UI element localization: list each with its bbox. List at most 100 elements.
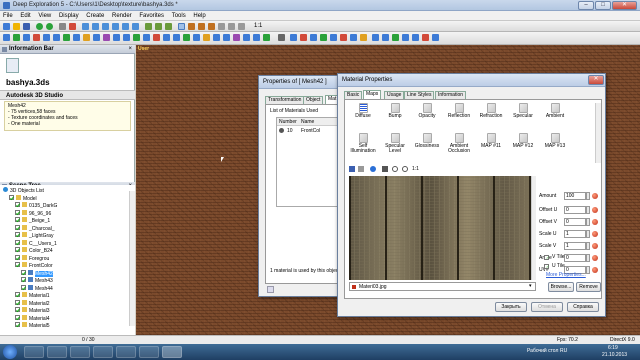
select-icon[interactable] (178, 23, 185, 30)
object-tool-26-icon[interactable] (253, 34, 260, 41)
tree-item[interactable]: Color_B24 (15, 247, 53, 255)
tree-item-checkbox[interactable] (15, 254, 20, 260)
angle-spinner[interactable] (586, 254, 590, 262)
rotate-icon[interactable] (165, 23, 172, 30)
scale-v-reset-icon[interactable] (592, 243, 598, 249)
tree-item[interactable]: Material2 (15, 299, 50, 308)
clock-date[interactable]: 21.10.2013 (602, 352, 627, 358)
tree-item-checkbox[interactable] (15, 202, 20, 208)
menu-help[interactable]: Help (190, 11, 208, 21)
object-tool-40-icon[interactable] (412, 34, 419, 41)
map-self-illumination[interactable]: Self Illumination (348, 133, 378, 157)
tab-maps[interactable]: Maps (363, 90, 382, 99)
menu-display[interactable]: Display (56, 11, 82, 21)
tree-item-checkbox[interactable] (15, 239, 20, 245)
menu-file[interactable]: File (0, 11, 16, 21)
tree-item-checkbox[interactable] (9, 194, 14, 200)
tree-item-checkbox[interactable] (15, 322, 20, 328)
tab-transformation[interactable]: Transformation (265, 96, 305, 104)
copy-map-icon[interactable] (358, 166, 364, 172)
map-specular-level[interactable]: Specular Level (380, 133, 410, 157)
tree-item[interactable]: Material3 (15, 307, 50, 315)
object-tool-20-icon[interactable] (193, 34, 200, 41)
map-bump[interactable]: Bump (380, 103, 410, 127)
tree-item-checkbox[interactable] (21, 277, 26, 283)
tree-item-checkbox[interactable] (15, 224, 20, 230)
menu-favorites[interactable]: Favorites (136, 11, 167, 21)
tree-item[interactable]: _LightGray (15, 232, 53, 240)
object-tool-28-icon[interactable] (290, 34, 297, 41)
object-tool-33-icon[interactable] (340, 34, 347, 41)
tree-item-checkbox[interactable] (15, 209, 20, 215)
offset-u-input[interactable]: 0 (564, 206, 586, 214)
view-top-icon[interactable] (122, 23, 129, 30)
object-tool-34-icon[interactable] (350, 34, 357, 41)
actual-size-button[interactable]: 1:1 (412, 166, 419, 172)
arrow-icon[interactable] (278, 34, 285, 41)
tree-item[interactable]: _Beige_1 (15, 217, 50, 225)
object-tool-23-icon[interactable] (223, 34, 230, 41)
object-tool-8-icon[interactable] (73, 34, 80, 41)
maximize-button[interactable]: □ (595, 1, 611, 10)
texture-file-field[interactable]: Materi03.jpg ▾ (349, 282, 536, 291)
cancel-button[interactable]: Отмена (531, 302, 563, 312)
object-tool-16-icon[interactable] (153, 34, 160, 41)
object-tool-22-icon[interactable] (213, 34, 220, 41)
object-tool-35-icon[interactable] (360, 34, 367, 41)
menu-view[interactable]: View (35, 11, 54, 21)
object-tool-27-icon[interactable] (263, 34, 270, 41)
zoom-icon[interactable] (145, 23, 152, 30)
object-tool-6-icon[interactable] (53, 34, 60, 41)
offset-u-spinner[interactable] (586, 206, 590, 214)
scale-u-reset-icon[interactable] (592, 231, 598, 237)
tree-item[interactable]: _Charcoal_ (15, 224, 55, 233)
taskbar-app-explorer[interactable] (24, 346, 44, 358)
menu-tools[interactable]: Tools (169, 11, 189, 21)
offset-v-input[interactable]: 0 (564, 218, 586, 226)
amount-input[interactable]: 100 (564, 192, 586, 200)
close-dialog-button[interactable]: Закрыть (495, 302, 527, 312)
object-tool-5-icon[interactable] (43, 34, 50, 41)
render-icon[interactable] (69, 23, 76, 30)
uvw-spinner[interactable] (586, 266, 590, 274)
taskbar-app-skype[interactable] (93, 346, 113, 358)
taskbar-app-browser[interactable] (70, 346, 90, 358)
offset-v-spinner[interactable] (586, 218, 590, 226)
minimize-button[interactable]: – (578, 1, 594, 10)
object-tool-3-icon[interactable] (23, 34, 30, 41)
offset-v-reset-icon[interactable] (592, 219, 598, 225)
tree-item[interactable]: Material1 (15, 292, 50, 300)
tree-item-checkbox[interactable] (15, 307, 20, 313)
tree-item-checkbox[interactable] (15, 314, 20, 320)
object-tool-41-icon[interactable] (422, 34, 429, 41)
map-ambient-occlusion[interactable]: Ambient Occlusion (444, 133, 474, 157)
desktop-label[interactable]: Рабочий стол (527, 348, 558, 354)
col-number[interactable]: Number (279, 119, 297, 125)
tree-item-checkbox[interactable] (15, 292, 20, 298)
taskbar-app-deep-exploration[interactable] (162, 346, 182, 358)
map-diffuse[interactable]: Diffuse (348, 103, 378, 127)
u-tile-checkbox[interactable]: ✓ (544, 264, 549, 269)
object-tool-14-icon[interactable] (133, 34, 140, 41)
object-tool-42-icon[interactable] (432, 34, 439, 41)
preview-scrollbar[interactable] (531, 176, 536, 280)
map-ambient[interactable]: Ambient (540, 103, 570, 127)
menu-render[interactable]: Render (109, 11, 135, 21)
tab-basic[interactable]: Basic (344, 91, 363, 99)
pointer-icon[interactable] (382, 166, 388, 172)
object-tool-31-icon[interactable] (320, 34, 327, 41)
map-reflection[interactable]: Reflection (444, 103, 474, 127)
object-tool-21-icon[interactable] (203, 34, 210, 41)
tree-item-checkbox[interactable] (21, 269, 26, 275)
start-button[interactable] (3, 345, 17, 359)
help-button[interactable]: Справка (567, 302, 599, 312)
tab-usage[interactable]: Usage (384, 91, 405, 99)
material-close-button[interactable]: ✕ (588, 75, 604, 85)
close-button[interactable]: ✕ (612, 1, 637, 10)
object-tool-9-icon[interactable] (83, 34, 90, 41)
tree-item-checkbox[interactable] (15, 232, 20, 238)
view-right-icon[interactable] (112, 23, 119, 30)
zoom-out-icon[interactable] (402, 166, 408, 172)
map-refraction[interactable]: Refraction (476, 103, 506, 127)
map-glossiness[interactable]: Glossiness (412, 133, 442, 157)
